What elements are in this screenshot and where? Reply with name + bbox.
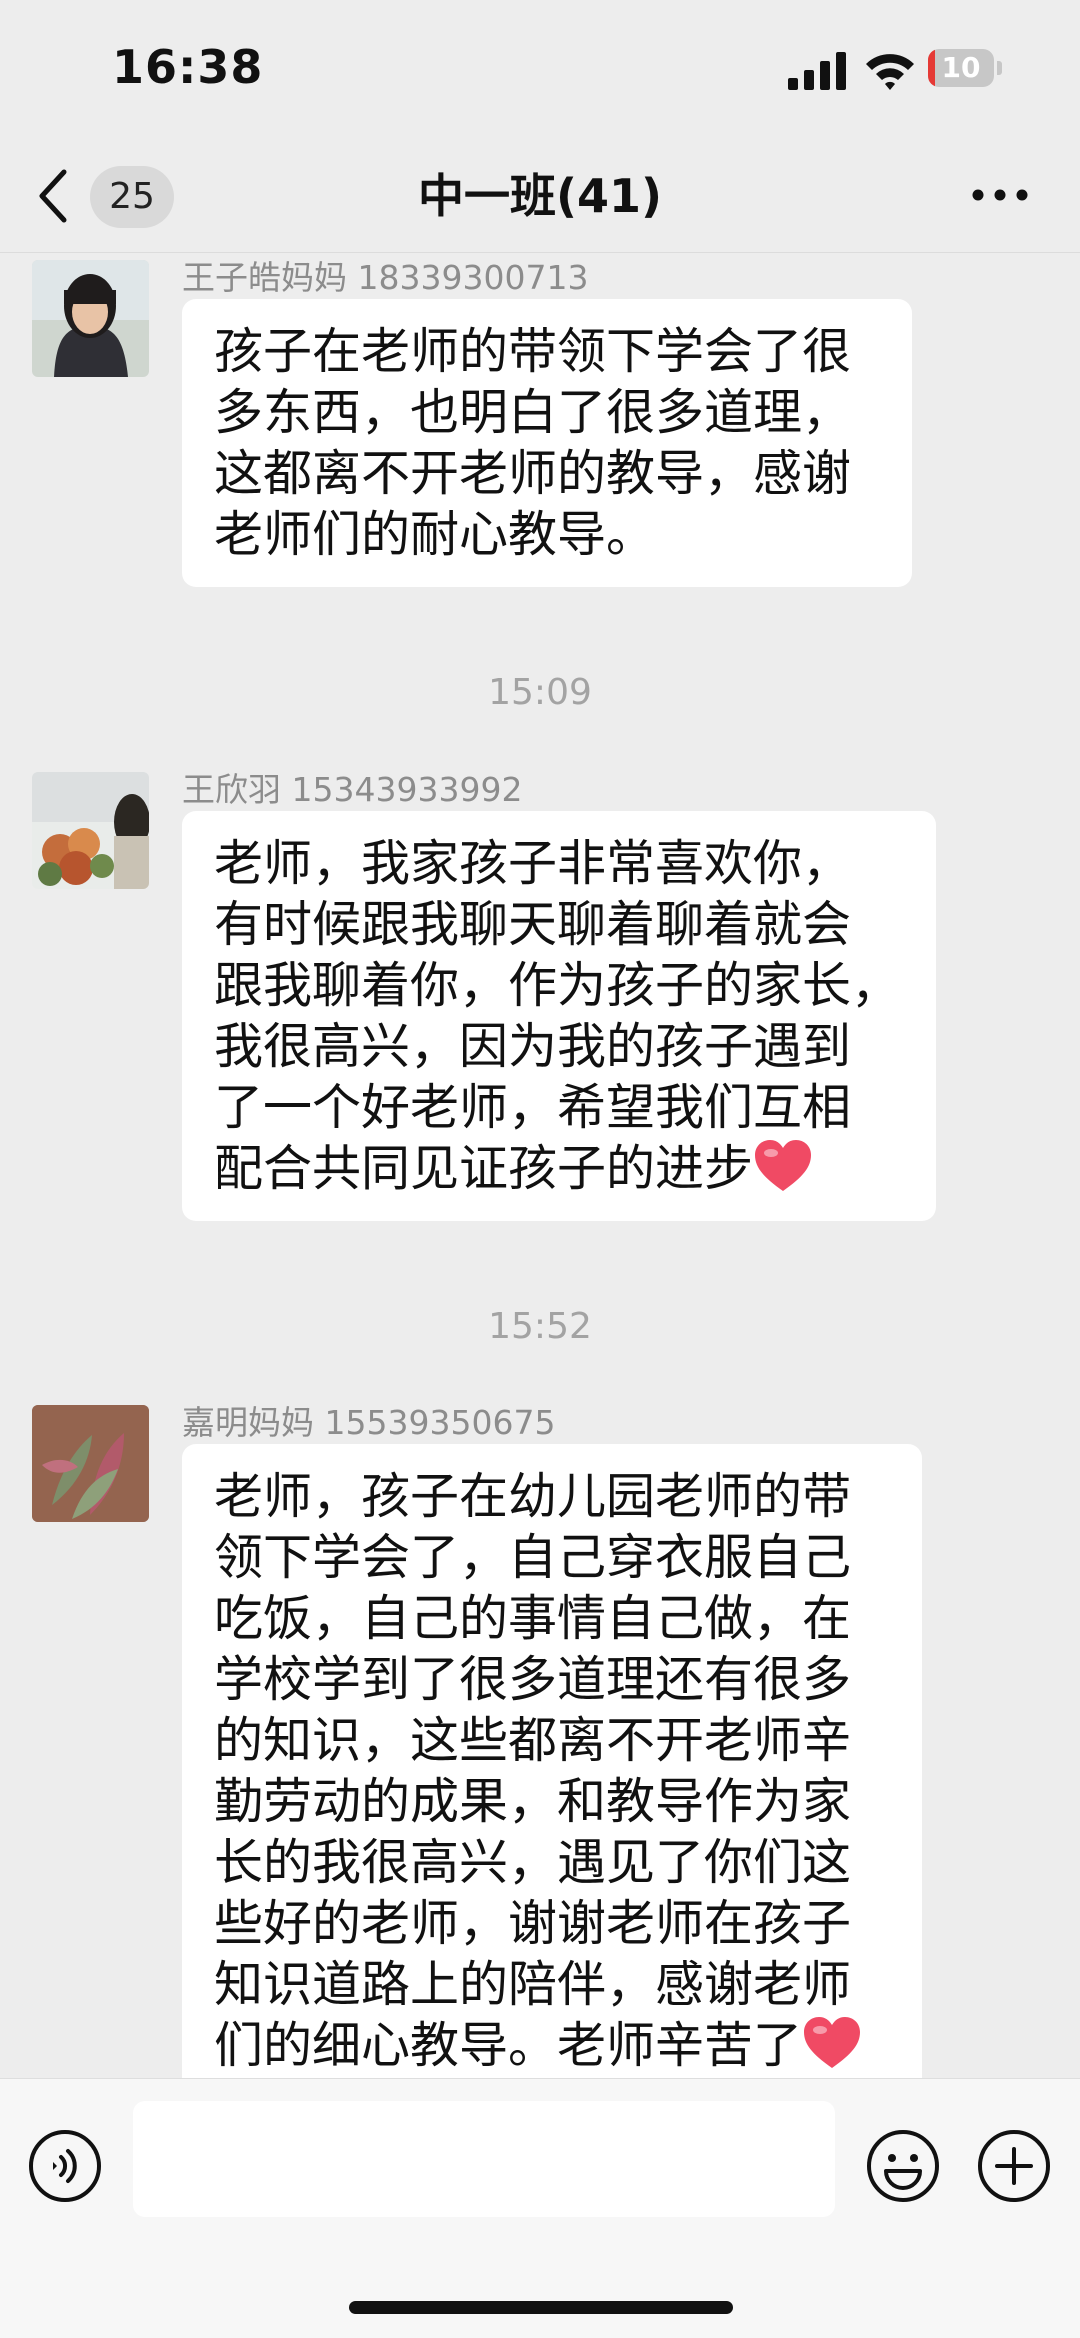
message-input-bar <box>0 2078 1080 2338</box>
chevron-left-icon[interactable] <box>34 166 74 226</box>
chat-message-list[interactable]: 王子皓妈妈 18339300713 孩子在老师的带领下学会了很 多东西，也明白了… <box>0 253 1080 2078</box>
status-time: 16:38 <box>112 40 264 94</box>
home-indicator[interactable] <box>349 2301 733 2314</box>
wifi-icon <box>866 54 914 90</box>
message-text: 孩子在老师的带领下学会了很 多东西，也明白了很多道理， 这都离不开老师的教导，感… <box>214 323 852 563</box>
battery-icon: 10 <box>928 49 1004 89</box>
voice-icon[interactable] <box>28 2129 102 2203</box>
emoji-icon[interactable] <box>866 2129 940 2203</box>
cellular-signal-icon <box>788 52 846 90</box>
plant-avatar[interactable] <box>32 1405 149 1522</box>
timestamp: 15:09 <box>488 672 592 713</box>
battery-level-text: 10 <box>941 51 981 84</box>
woman-portrait-avatar[interactable] <box>32 260 149 377</box>
message-bubble[interactable]: 孩子在老师的带领下学会了很 多东西，也明白了很多道理， 这都离不开老师的教导，感… <box>182 299 912 587</box>
sender-name: 王欣羽 15343933992 <box>182 770 523 809</box>
message-text: 老师，孩子在幼儿园老师的带 领下学会了，自己穿衣服自己 吃饭，自己的事情自己做，… <box>214 1468 852 2074</box>
message-input[interactable] <box>133 2101 835 2217</box>
chat-title: 中一班(41) <box>417 169 663 223</box>
unread-count-badge[interactable]: 25 <box>90 166 174 228</box>
sender-name: 嘉明妈妈 15539350675 <box>182 1403 556 1442</box>
message-bubble[interactable]: 老师，我家孩子非常喜欢你， 有时候跟我聊天聊着聊着就会 跟我聊着你，作为孩子的家… <box>182 811 936 1221</box>
plus-icon[interactable] <box>977 2129 1051 2203</box>
chat-header: 25 中一班(41) <box>0 140 1080 253</box>
sender-name: 王子皓妈妈 18339300713 <box>182 258 589 297</box>
message-bubble[interactable]: 老师，孩子在幼儿园老师的带 领下学会了，自己穿衣服自己 吃饭，自己的事情自己做，… <box>182 1444 922 2078</box>
more-horizontal-icon[interactable] <box>970 180 1030 210</box>
timestamp: 15:52 <box>488 1306 592 1347</box>
status-bar: 16:38 10 <box>0 0 1080 140</box>
flowers-avatar[interactable] <box>32 772 149 889</box>
heart-emoji-icon <box>755 1140 812 1191</box>
heart-emoji-icon <box>804 2017 861 2068</box>
